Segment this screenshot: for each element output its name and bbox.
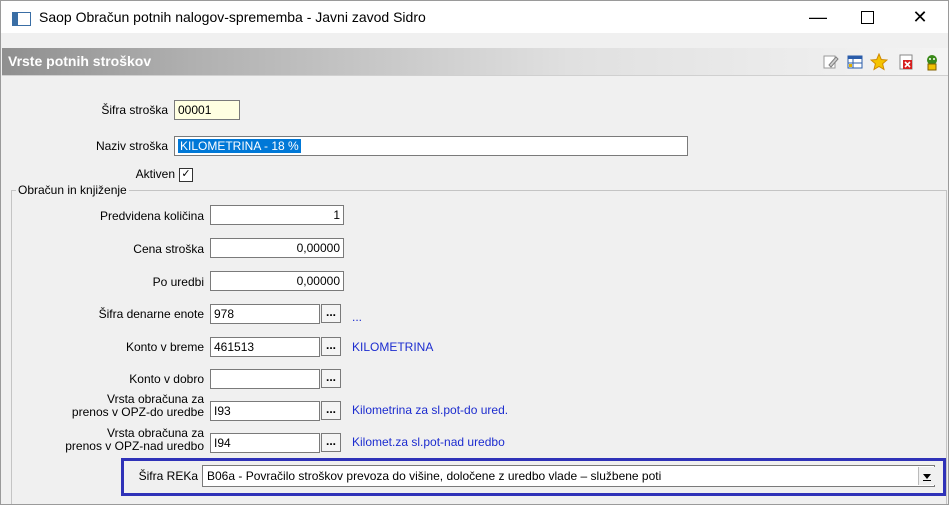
form-header: Vrste potnih stroškov [2, 48, 948, 75]
sifra-input[interactable]: 00001 [174, 100, 240, 120]
naziv-input[interactable]: KILOMETRINA - 18 % [174, 136, 688, 156]
edit-icon[interactable] [822, 53, 840, 71]
opz-do-label-line2: prenos v OPZ-do uredbe [71, 405, 204, 419]
po-uredbi-input[interactable]: 0,00000 [210, 271, 344, 291]
denarna-enota-description: ... [352, 310, 363, 324]
aktiven-checkbox[interactable]: ✓ [179, 168, 193, 182]
denarna-enota-lookup-button[interactable]: ... [321, 304, 341, 323]
opz-do-input[interactable]: I93 [210, 401, 320, 421]
konto-breme-lookup-button[interactable]: ... [321, 337, 341, 356]
konto-breme-label: Konto v breme [125, 340, 204, 354]
form-body: Šifra stroška 00001 Naziv stroška KILOME… [2, 75, 948, 504]
app-window: Saop Obračun potnih nalogov-sprememba - … [0, 0, 949, 505]
minimize-button[interactable]: — [795, 1, 841, 33]
window-title: Saop Obračun potnih nalogov-sprememba - … [39, 9, 426, 25]
exit-icon[interactable] [923, 53, 941, 71]
rek-dropdown-arrow-icon[interactable] [918, 467, 935, 485]
opz-nad-label-line2: prenos v OPZ-nad uredbo [65, 439, 204, 453]
cena-label: Cena stroška [133, 242, 204, 256]
star-icon[interactable] [870, 53, 888, 71]
delete-icon[interactable] [897, 53, 915, 71]
cena-input[interactable]: 0,00000 [210, 238, 344, 258]
maximize-button[interactable] [844, 1, 890, 33]
opz-nad-lookup-button[interactable]: ... [321, 433, 341, 452]
maximize-icon [860, 10, 874, 24]
opz-do-description: Kilometrina za sl.pot-do ured. [352, 403, 509, 417]
opz-nad-label-line1: Vrsta obračuna za [107, 426, 204, 440]
denarna-enota-label: Šifra denarne enote [98, 307, 204, 321]
konto-dobro-label: Konto v dobro [129, 372, 204, 386]
rek-select[interactable]: B06a - Povračilo stroškov prevoza do viš… [202, 465, 935, 487]
opz-nad-input[interactable]: I94 [210, 433, 320, 453]
form-header-title: Vrste potnih stroškov [8, 53, 152, 69]
konto-dobro-input[interactable] [210, 369, 320, 389]
obracun-group-title: Obračun in knjiženje [16, 183, 129, 197]
table-icon[interactable] [846, 53, 864, 71]
naziv-input-selected-text: KILOMETRINA - 18 % [178, 139, 301, 153]
sifra-label: Šifra stroška [101, 103, 168, 117]
konto-breme-input[interactable]: 461513 [210, 337, 320, 357]
kolicina-label: Predvidena količina [99, 209, 204, 223]
naziv-label: Naziv stroška [95, 139, 168, 153]
aktiven-label: Aktiven [135, 167, 175, 181]
rek-label: Šifra REKa [138, 469, 198, 483]
po-uredbi-label: Po uredbi [152, 275, 204, 289]
title-bar: Saop Obračun potnih nalogov-sprememba - … [1, 1, 948, 33]
kolicina-input[interactable]: 1 [210, 205, 344, 225]
denarna-enota-input[interactable]: 978 [210, 304, 320, 324]
konto-breme-description: KILOMETRINA [352, 340, 434, 354]
app-icon [12, 12, 31, 26]
close-button[interactable]: ✕ [897, 1, 943, 33]
opz-do-lookup-button[interactable]: ... [321, 401, 341, 420]
opz-nad-description: Kilomet.za sl.pot-nad uredbo [352, 435, 505, 449]
konto-dobro-lookup-button[interactable]: ... [321, 369, 341, 388]
opz-do-label-line1: Vrsta obračuna za [107, 392, 204, 406]
